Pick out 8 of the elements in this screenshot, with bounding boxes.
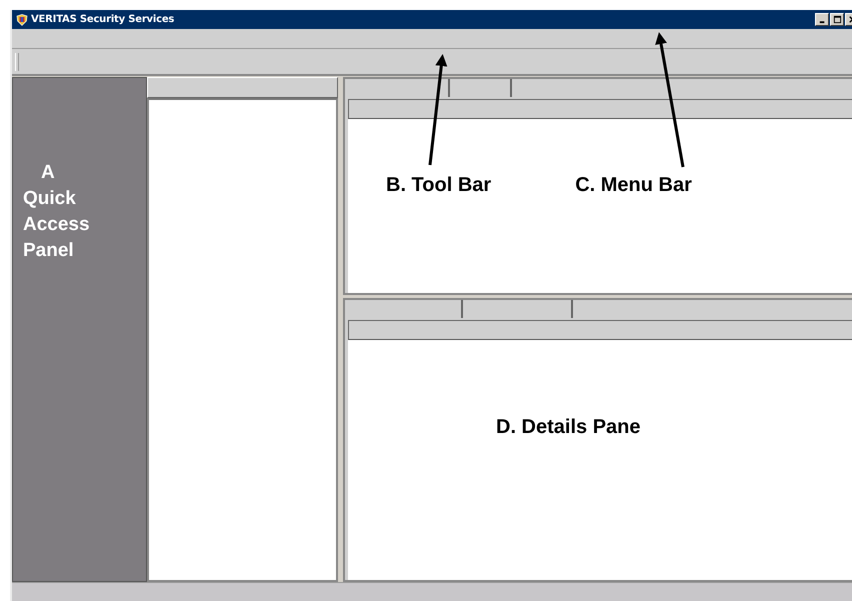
callout-label: B. Tool Bar	[386, 174, 492, 197]
panel-label: Access	[23, 213, 91, 237]
panel-label: Panel	[23, 239, 75, 263]
callout-label: D. Details Pane	[496, 416, 641, 440]
callout-label: C. Menu Bar	[575, 174, 692, 197]
panel-label: Quick	[23, 187, 77, 211]
panel-label: A	[40, 161, 56, 185]
window-title: VERITAS Security Services	[31, 14, 174, 25]
